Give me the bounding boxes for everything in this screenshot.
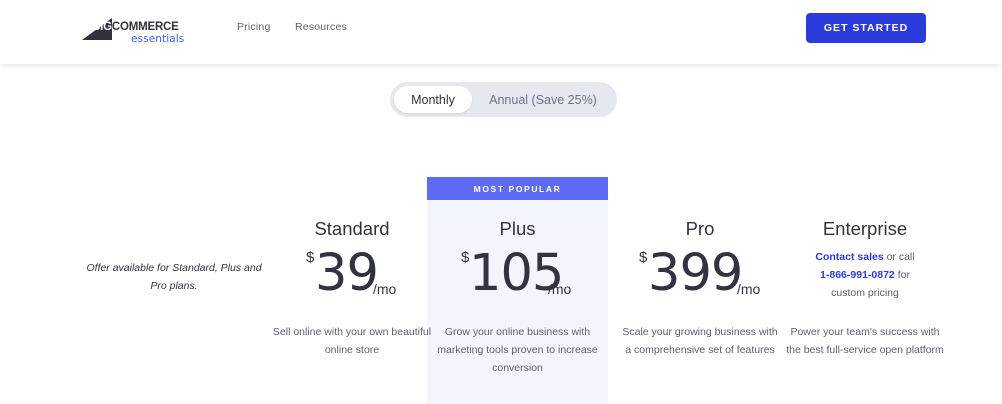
bigcommerce-essentials-logo[interactable]: BIGCOMMERCE essentials [82, 15, 192, 47]
most-popular-badge: MOST POPULAR [427, 177, 608, 200]
price-period: /mo [373, 281, 397, 297]
currency-symbol: $ [639, 249, 648, 266]
price-period: /mo [548, 281, 572, 297]
plan-description-standard: Sell online with your own beautiful onli… [272, 326, 432, 356]
get-started-button[interactable]: GET STARTED [806, 13, 926, 43]
plan-name-enterprise: Enterprise [822, 218, 908, 239]
annual-option[interactable]: Annual (Save 25%) [474, 86, 612, 113]
plan-name-plus: Plus [499, 218, 536, 239]
plan-name-pro: Pro [685, 218, 715, 239]
price-pro: $ 399 /mo [639, 244, 769, 306]
contact-sales-link[interactable]: Contact sales [815, 251, 883, 263]
price-period: /mo [737, 281, 761, 297]
plan-description-pro: Scale your growing business with a compr… [622, 326, 778, 356]
logo-wordmark: BIGCOMMERCE [92, 21, 179, 33]
plan-name-standard: Standard [314, 218, 390, 239]
nav-pricing[interactable]: Pricing [237, 21, 271, 33]
phone-link[interactable]: 1-866-991-0872 [820, 269, 895, 281]
nav-resources[interactable]: Resources [295, 21, 347, 33]
plan-description-enterprise: Power your team's success with the best … [786, 326, 944, 356]
price-amount: 399 [648, 244, 743, 303]
price-standard: $ 39 /mo [306, 244, 416, 306]
monthly-option[interactable]: Monthly [394, 86, 472, 113]
billing-period-toggle: Monthly Annual (Save 25%) [390, 82, 617, 117]
price-plus: $ 105 /mo [461, 244, 591, 306]
currency-symbol: $ [306, 249, 315, 266]
price-amount: 39 [315, 244, 379, 303]
logo-subtitle: essentials [131, 33, 185, 45]
top-header: BIGCOMMERCE essentials Pricing Resources… [0, 0, 1002, 64]
enterprise-contact: Contact sales or call 1-866-991-0872 for… [815, 251, 915, 299]
offer-note: Offer available for Standard, Plus and P… [86, 262, 262, 292]
plan-description-plus: Grow your online business with marketing… [437, 326, 598, 374]
